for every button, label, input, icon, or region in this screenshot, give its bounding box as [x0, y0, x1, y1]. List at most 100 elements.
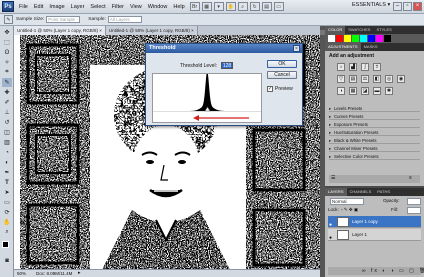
panel-menu-icon[interactable]: ≡	[409, 175, 412, 181]
tab-styles[interactable]: STYLES	[373, 26, 394, 34]
selective-color-icon[interactable]: ✱	[385, 87, 393, 95]
shape-tool-icon[interactable]: ▭	[2, 198, 12, 207]
preset-exposure[interactable]: ▸ Exposure Presets	[329, 121, 420, 128]
brightness-contrast-icon[interactable]: ☼	[337, 63, 345, 71]
zoom-level-icon[interactable]: ▾	[213, 2, 224, 11]
menu-edit[interactable]: Edit	[31, 4, 46, 10]
preset-curves[interactable]: ▸ Curves Presets	[329, 113, 420, 120]
swatch-4[interactable]	[352, 35, 359, 42]
preview-option[interactable]: ✓ Preview	[267, 86, 293, 92]
preset-selective-color[interactable]: ▸ Selective Color Presets	[329, 153, 420, 160]
zoom-tool-icon-toolbox[interactable]: ⌕	[2, 228, 12, 237]
close-icon[interactable]: ×	[293, 45, 300, 52]
color-balance-icon[interactable]: ⚖	[361, 75, 369, 83]
path-selection-tool-icon[interactable]: ➤	[2, 188, 12, 197]
swatch-5[interactable]	[360, 35, 367, 42]
swatch-3[interactable]	[344, 35, 351, 42]
menu-help[interactable]: Help	[170, 4, 187, 10]
foreground-color-swatch[interactable]	[2, 241, 9, 248]
blur-tool-icon[interactable]: ◔	[2, 148, 12, 157]
channel-mixer-icon[interactable]: ◉	[397, 75, 405, 83]
tab-adjustments[interactable]: ADJUSTMENTS	[325, 43, 361, 51]
hand-tool-icon[interactable]: ✋	[225, 2, 236, 11]
arrange-documents-icon[interactable]: ▤	[261, 2, 272, 11]
black-white-icon[interactable]: ◧	[373, 75, 381, 83]
healing-brush-tool-icon[interactable]: ✚	[2, 88, 12, 97]
tab-document-1[interactable]: Untitled-1 @ 50% (Layer 1 copy, RGB/8) ×	[14, 26, 106, 35]
menu-layer[interactable]: Layer	[68, 4, 88, 10]
close-window-button[interactable]: ×	[413, 2, 422, 11]
quick-selection-tool-icon[interactable]: ✧	[2, 58, 12, 67]
lock-icons[interactable]: ▫ ✎ ✥ ▣	[341, 207, 358, 213]
menu-image[interactable]: Image	[46, 4, 67, 10]
quick-mask-icon[interactable]: ◙	[2, 256, 12, 265]
zoom-tool-icon[interactable]: ⌕	[237, 2, 248, 11]
bridge-icon[interactable]: Br	[189, 2, 200, 11]
crop-tool-icon[interactable]: ⌗	[2, 68, 12, 77]
eraser-tool-icon[interactable]: ◫	[2, 128, 12, 137]
curves-icon[interactable]: ∫	[361, 63, 369, 71]
screen-mode-icon[interactable]: ▭	[273, 2, 284, 11]
ok-button[interactable]: OK	[267, 60, 297, 68]
tab-channels[interactable]: CHANNELS	[347, 188, 375, 196]
vibrance-icon[interactable]: ▽	[337, 75, 345, 83]
tab-swatches[interactable]: SWATCHES	[345, 26, 373, 34]
opacity-input[interactable]	[407, 198, 421, 205]
workspace-switcher[interactable]: ESSENTIALS ▾	[352, 2, 390, 8]
rotate-view-icon[interactable]: ↻	[249, 2, 260, 11]
levels-icon[interactable]: ▟	[349, 63, 357, 71]
invert-icon[interactable]: ◑	[337, 87, 345, 95]
swatch-8[interactable]	[384, 35, 391, 42]
move-tool-icon[interactable]: ✥	[2, 28, 12, 37]
menu-select[interactable]: Select	[87, 4, 108, 10]
tab-layers[interactable]: LAYERS	[325, 188, 347, 196]
dialog-title[interactable]: Threshold	[146, 44, 302, 53]
tab-paths[interactable]: PATHS	[374, 188, 393, 196]
swatch-1[interactable]	[328, 35, 335, 42]
preview-checkbox[interactable]: ✓	[267, 86, 273, 92]
type-tool-icon[interactable]: T	[2, 178, 12, 187]
menu-file[interactable]: File	[16, 4, 31, 10]
eyedropper-tool-preset-icon[interactable]: ✎	[4, 15, 13, 24]
dodge-tool-icon[interactable]: ◐	[2, 158, 12, 167]
3d-rotate-tool-icon[interactable]: ⟳	[2, 208, 12, 217]
preset-hue-saturation[interactable]: ▸ Hue/Saturation Presets	[329, 129, 420, 136]
zoom-level[interactable]: 50%	[17, 270, 26, 277]
menu-window[interactable]: Window	[145, 4, 171, 10]
layer-row-layer-1[interactable]: ● Layer 1	[328, 229, 421, 241]
tab-document-2[interactable]: Untitled-1 @ 50% (Layer 1 copy, RGB/8) ×	[105, 26, 198, 35]
view-extras-icon[interactable]: ▦	[201, 2, 212, 11]
photo-filter-icon[interactable]: ◎	[385, 75, 393, 83]
history-brush-tool-icon[interactable]: ↺	[2, 118, 12, 127]
layer-row-layer-1-copy[interactable]: ● Layer 1 copy	[328, 216, 421, 228]
swatch-7[interactable]	[376, 35, 383, 42]
restore-button[interactable]: ▫	[403, 2, 412, 11]
document-size[interactable]: Doc: 8.09M/11.4M	[36, 270, 72, 277]
sample-select[interactable]: All Layers	[107, 16, 142, 23]
swatch-6[interactable]	[368, 35, 375, 42]
lasso-tool-icon[interactable]: ʘ	[2, 48, 12, 57]
eyedropper-tool-icon[interactable]: ✎	[2, 78, 12, 87]
pen-tool-icon[interactable]: ✒	[2, 168, 12, 177]
menu-view[interactable]: View	[127, 4, 145, 10]
sample-size-select[interactable]: Point Sample	[46, 16, 81, 23]
visibility-eye-icon[interactable]: ●	[329, 232, 332, 244]
posterize-icon[interactable]: ▦	[349, 87, 357, 95]
status-menu-arrow-icon[interactable]: ▸	[78, 270, 81, 277]
preset-levels[interactable]: ▸ Levels Presets	[329, 105, 420, 112]
cancel-button[interactable]: Cancel	[267, 71, 297, 79]
menu-filter[interactable]: Filter	[109, 4, 127, 10]
exposure-icon[interactable]: ±	[373, 63, 381, 71]
adjustment-options-icon[interactable]: ☰	[331, 175, 335, 181]
gradient-map-icon[interactable]: ▬	[373, 87, 381, 95]
gradient-tool-icon[interactable]: ▥	[2, 138, 12, 147]
threshold-level-input[interactable]: 128	[221, 62, 233, 69]
tab-masks[interactable]: MASKS	[361, 43, 381, 51]
preset-channel-mixer[interactable]: ▸ Channel Mixer Presets	[329, 145, 420, 152]
swatch-2[interactable]	[336, 35, 343, 42]
hue-saturation-icon[interactable]: ▤	[349, 75, 357, 83]
threshold-icon[interactable]: ◪	[361, 87, 369, 95]
fill-input[interactable]	[407, 207, 421, 214]
marquee-tool-icon[interactable]: ⬚	[2, 38, 12, 47]
preset-black-white[interactable]: ▸ Black & White Presets	[329, 137, 420, 144]
